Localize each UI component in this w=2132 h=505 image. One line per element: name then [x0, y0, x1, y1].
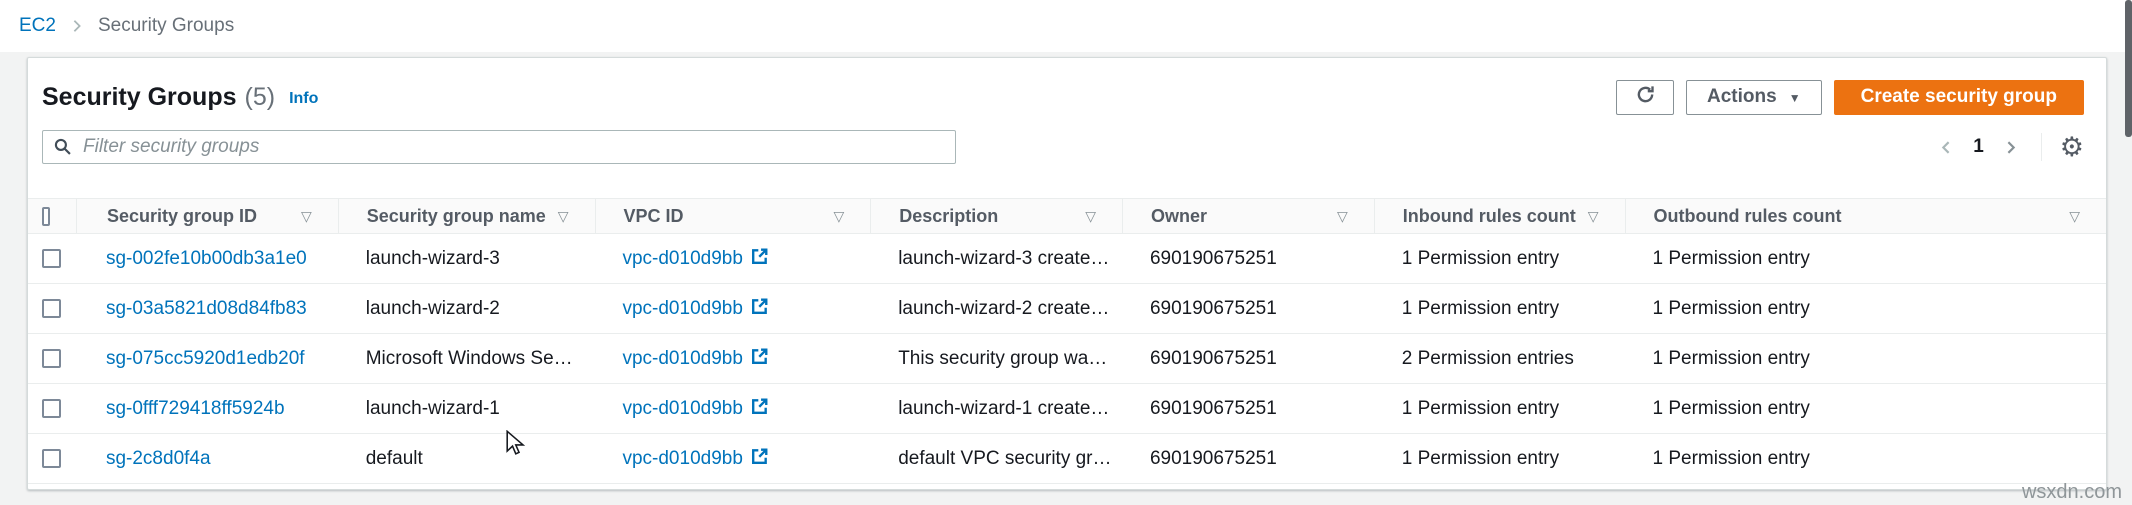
- table-row: sg-0fff729418ff5924b launch-wizard-1 vpc…: [28, 384, 2106, 434]
- sort-icon[interactable]: ▽: [1085, 208, 1096, 225]
- row-checkbox[interactable]: [42, 399, 61, 418]
- external-link-icon: [750, 247, 769, 271]
- create-security-group-button[interactable]: Create security group: [1834, 80, 2084, 115]
- security-group-id-link[interactable]: sg-002fe10b00db3a1e0: [106, 248, 307, 270]
- inbound-rules-cell: 2 Permission entries: [1374, 348, 1625, 370]
- security-group-name-cell: launch-wizard-3: [338, 248, 595, 270]
- outbound-rules-cell: 1 Permission entry: [1625, 248, 2107, 270]
- breadcrumb-chevron-icon: [70, 19, 84, 33]
- filter-input[interactable]: [42, 130, 956, 164]
- description-cell: launch-wizard-2 create…: [870, 298, 1122, 320]
- settings-gear-icon[interactable]: ⚙: [2060, 134, 2084, 161]
- refresh-button[interactable]: [1616, 80, 1674, 115]
- table-row: sg-075cc5920d1edb20f Microsoft Windows S…: [28, 334, 2106, 384]
- security-group-name-cell: launch-wizard-2: [338, 298, 595, 320]
- outbound-rules-cell: 1 Permission entry: [1625, 348, 2107, 370]
- page-title: Security Groups (5) Info: [42, 83, 318, 112]
- breadcrumb-link-ec2[interactable]: EC2: [19, 15, 56, 37]
- sort-icon[interactable]: ▽: [1337, 208, 1348, 225]
- sort-icon[interactable]: ▽: [2069, 208, 2080, 225]
- row-checkbox[interactable]: [42, 299, 61, 318]
- table-row: sg-03a5821d08d84fb83 launch-wizard-2 vpc…: [28, 284, 2106, 334]
- select-all-checkbox-cell: [28, 199, 76, 233]
- owner-cell: 690190675251: [1122, 248, 1374, 270]
- pagination: 1 ⚙: [1934, 133, 2084, 161]
- inbound-rules-cell: 1 Permission entry: [1374, 448, 1625, 470]
- next-page-button[interactable]: [1998, 135, 2023, 160]
- vpc-id-link[interactable]: vpc-d010d9bb: [622, 346, 768, 371]
- pagination-divider: [2041, 133, 2042, 161]
- security-groups-table: Security group ID▽ Security group name▽ …: [28, 198, 2106, 484]
- breadcrumb: EC2 Security Groups: [0, 0, 2132, 52]
- security-group-id-link[interactable]: sg-2c8d0f4a: [106, 448, 211, 470]
- column-header-vpc-id[interactable]: VPC ID▽: [595, 199, 871, 233]
- filter-box: [42, 130, 956, 164]
- owner-cell: 690190675251: [1122, 448, 1374, 470]
- outbound-rules-cell: 1 Permission entry: [1625, 448, 2107, 470]
- actions-button-label: Actions: [1707, 86, 1777, 108]
- owner-cell: 690190675251: [1122, 348, 1374, 370]
- external-link-icon: [750, 347, 769, 371]
- sort-icon[interactable]: ▽: [558, 208, 569, 225]
- security-group-name-cell: launch-wizard-1: [338, 398, 595, 420]
- outbound-rules-cell: 1 Permission entry: [1625, 298, 2107, 320]
- breadcrumb-current: Security Groups: [98, 15, 234, 37]
- external-link-icon: [750, 447, 769, 471]
- watermark: wsxdn.com: [2022, 481, 2122, 504]
- security-group-name-cell: default: [338, 448, 595, 470]
- table-row: sg-2c8d0f4a default vpc-d010d9bb default…: [28, 434, 2106, 484]
- security-group-id-link[interactable]: sg-0fff729418ff5924b: [106, 398, 285, 420]
- table-header-row: Security group ID▽ Security group name▽ …: [28, 198, 2106, 234]
- column-header-security-group-id[interactable]: Security group ID▽: [76, 199, 338, 233]
- actions-button[interactable]: Actions ▼: [1686, 80, 1822, 115]
- external-link-icon: [750, 397, 769, 421]
- previous-page-button[interactable]: [1934, 135, 1959, 160]
- inbound-rules-cell: 1 Permission entry: [1374, 398, 1625, 420]
- description-cell: launch-wizard-1 create…: [870, 398, 1122, 420]
- refresh-icon: [1636, 85, 1655, 110]
- scrollbar-thumb[interactable]: [2125, 0, 2132, 137]
- vpc-id-link[interactable]: vpc-d010d9bb: [622, 446, 768, 471]
- column-header-security-group-name[interactable]: Security group name▽: [338, 199, 595, 233]
- page-number[interactable]: 1: [1973, 136, 1984, 158]
- row-checkbox[interactable]: [42, 349, 61, 368]
- description-cell: default VPC security gr…: [870, 448, 1122, 470]
- column-header-outbound-rules-count[interactable]: Outbound rules count▽: [1625, 199, 2106, 233]
- chevron-down-icon: ▼: [1789, 91, 1801, 105]
- page-title-text: Security Groups: [42, 83, 237, 112]
- search-icon: [54, 138, 71, 160]
- table-row: sg-002fe10b00db3a1e0 launch-wizard-3 vpc…: [28, 234, 2106, 284]
- description-cell: This security group wa…: [870, 348, 1122, 370]
- sort-icon[interactable]: ▽: [1588, 208, 1599, 225]
- column-header-owner[interactable]: Owner▽: [1122, 199, 1374, 233]
- security-groups-panel: Security Groups (5) Info Actions ▼ Creat…: [27, 57, 2107, 490]
- select-all-checkbox[interactable]: [42, 207, 50, 226]
- column-header-inbound-rules-count[interactable]: Inbound rules count▽: [1374, 199, 1625, 233]
- mouse-cursor: [503, 430, 527, 461]
- owner-cell: 690190675251: [1122, 398, 1374, 420]
- inbound-rules-cell: 1 Permission entry: [1374, 248, 1625, 270]
- panel-header: Security Groups (5) Info Actions ▼ Creat…: [28, 58, 2106, 164]
- row-checkbox[interactable]: [42, 449, 61, 468]
- security-group-id-link[interactable]: sg-03a5821d08d84fb83: [106, 298, 307, 320]
- info-link[interactable]: Info: [289, 90, 318, 108]
- owner-cell: 690190675251: [1122, 298, 1374, 320]
- sort-icon[interactable]: ▽: [301, 208, 312, 225]
- vpc-id-link[interactable]: vpc-d010d9bb: [622, 396, 768, 421]
- column-header-description[interactable]: Description▽: [870, 199, 1122, 233]
- outbound-rules-cell: 1 Permission entry: [1625, 398, 2107, 420]
- sort-icon[interactable]: ▽: [833, 208, 844, 225]
- vpc-id-link[interactable]: vpc-d010d9bb: [622, 246, 768, 271]
- description-cell: launch-wizard-3 create…: [870, 248, 1122, 270]
- security-group-id-link[interactable]: sg-075cc5920d1edb20f: [106, 348, 305, 370]
- inbound-rules-cell: 1 Permission entry: [1374, 298, 1625, 320]
- vpc-id-link[interactable]: vpc-d010d9bb: [622, 296, 768, 321]
- result-count: (5): [245, 83, 276, 112]
- external-link-icon: [750, 297, 769, 321]
- row-checkbox[interactable]: [42, 249, 61, 268]
- security-group-name-cell: Microsoft Windows Se…: [338, 348, 595, 370]
